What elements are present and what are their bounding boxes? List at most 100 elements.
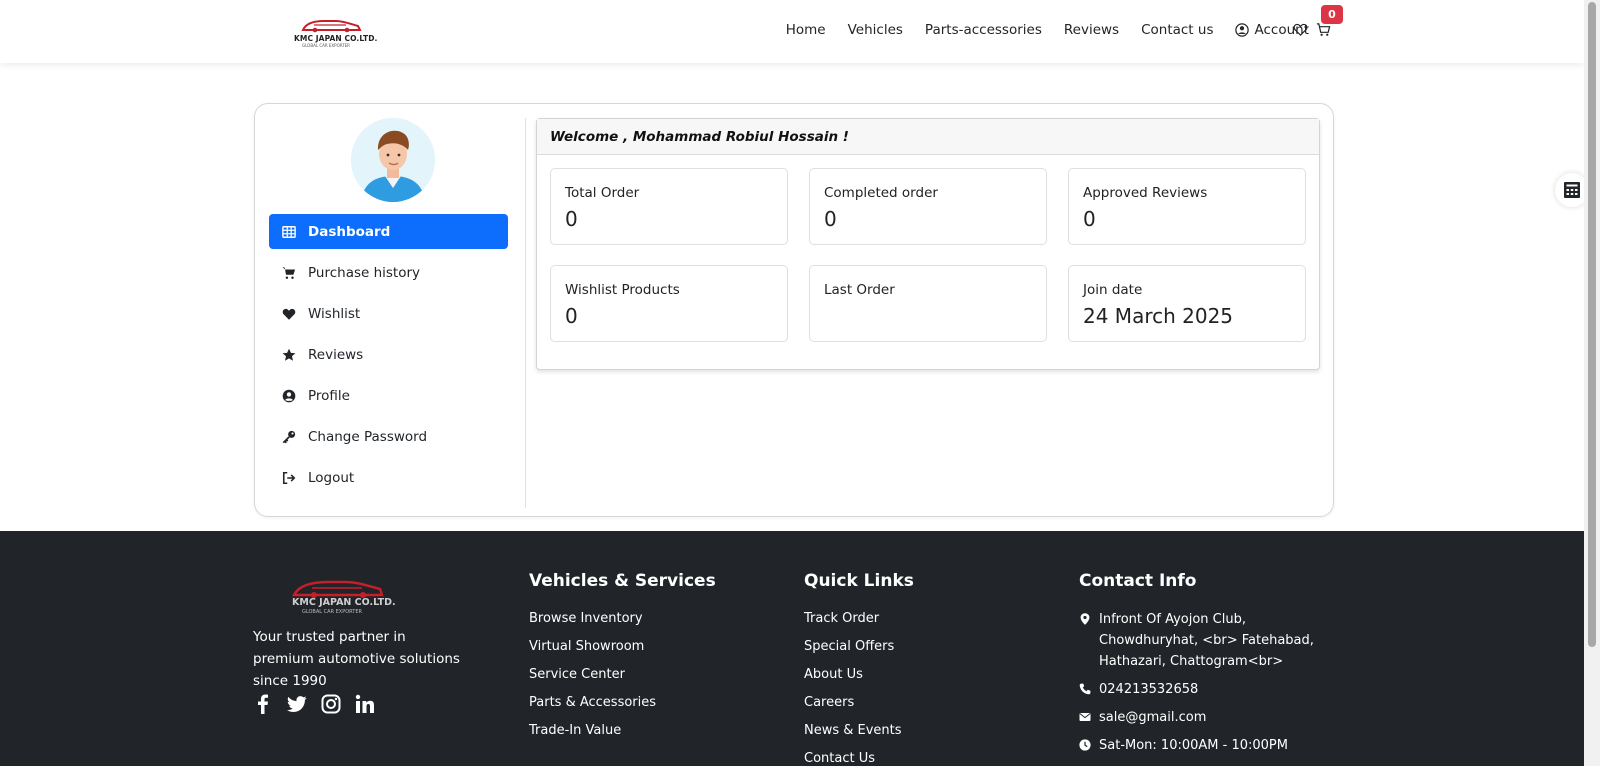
menu-label: Profile xyxy=(308,387,350,404)
menu-label: Purchase history xyxy=(308,264,421,281)
instagram-icon[interactable] xyxy=(321,694,341,714)
menu-label: Wishlist xyxy=(308,305,361,322)
social-links xyxy=(253,694,375,714)
address-text: Infront Of Ayojon Club, Chowdhuryhat, <b… xyxy=(1099,612,1314,669)
footer-link[interactable]: Track Order xyxy=(804,609,914,637)
footer-column-title: Quick Links xyxy=(804,571,914,591)
stat-card-completed-order: Completed order 0 xyxy=(809,168,1047,245)
phone-text[interactable]: 024213532658 xyxy=(1099,679,1198,700)
logo-text: KMC JAPAN CO.LTD. xyxy=(294,34,378,43)
footer-link[interactable]: Trade-In Value xyxy=(529,721,716,749)
nav-reviews[interactable]: Reviews xyxy=(1064,22,1119,38)
table-icon xyxy=(282,225,296,238)
email-text[interactable]: sale@gmail.com xyxy=(1099,707,1206,728)
footer-link[interactable]: News & Events xyxy=(804,721,914,749)
footer-logo-subtext: GLOBAL CAR EXPORTER xyxy=(302,609,362,615)
stat-label: Wishlist Products xyxy=(565,282,680,298)
footer-link[interactable]: About Us xyxy=(804,665,914,693)
menu-item-dashboard[interactable]: Dashboard xyxy=(269,214,508,249)
menu-label: Logout xyxy=(308,469,355,486)
menu-item-reviews[interactable]: Reviews xyxy=(269,337,508,372)
stat-value: 0 xyxy=(1083,207,1096,231)
footer-quick-links: Quick Links Track Order Special Offers A… xyxy=(804,571,914,766)
stat-label: Approved Reviews xyxy=(1083,185,1208,201)
stat-value: 0 xyxy=(824,207,837,231)
scrollbar-thumb[interactable] xyxy=(1588,2,1596,647)
heart-icon[interactable] xyxy=(1293,22,1308,37)
dashboard-menu: Dashboard Purchase history Wishlist Revi… xyxy=(269,214,508,501)
footer-link[interactable]: Virtual Showroom xyxy=(529,637,716,665)
menu-item-purchase-history[interactable]: Purchase history xyxy=(269,255,508,290)
dashboard-panel: Welcome , Mohammad Robiul Hossain ! Tota… xyxy=(536,118,1320,370)
nav-home[interactable]: Home xyxy=(786,22,826,38)
user-circle-icon xyxy=(1235,23,1250,37)
footer-logo-text: KMC JAPAN CO.LTD. xyxy=(292,597,396,608)
logout-icon xyxy=(282,471,296,484)
envelope-icon xyxy=(1079,713,1091,721)
heart-icon xyxy=(282,308,296,320)
sidebar-divider xyxy=(525,118,526,508)
footer-link[interactable]: Parts & Accessories xyxy=(529,693,716,721)
menu-label: Change Password xyxy=(308,428,428,445)
contact-address: Infront Of Ayojon Club, Chowdhuryhat, <b… xyxy=(1079,609,1339,672)
contact-phone: 024213532658 xyxy=(1079,679,1339,700)
footer-vehicles-services: Vehicles & Services Browse Inventory Vir… xyxy=(529,571,716,749)
stat-value: 0 xyxy=(565,304,578,328)
cart-count-badge: 0 xyxy=(1321,5,1343,24)
stat-label: Join date xyxy=(1083,282,1143,298)
stats-grid: Total Order 0 Completed order 0 Approved… xyxy=(550,168,1306,342)
footer-contact-info: Contact Info Infront Of Ayojon Club, Cho… xyxy=(1079,571,1339,763)
footer-column-title: Vehicles & Services xyxy=(529,571,716,591)
page-scrollbar[interactable] xyxy=(1584,0,1600,766)
site-header: KMC JAPAN CO.LTD. GLOBAL CAR EXPORTER Ho… xyxy=(0,0,1584,63)
hours-text: Sat-Mon: 10:00AM - 10:00PM xyxy=(1099,738,1288,753)
menu-item-wishlist[interactable]: Wishlist xyxy=(269,296,508,331)
site-logo[interactable]: KMC JAPAN CO.LTD. GLOBAL CAR EXPORTER xyxy=(294,15,377,48)
main-nav: Home Vehicles Parts-accessories Reviews … xyxy=(786,22,1309,38)
footer-link[interactable]: Special Offers xyxy=(804,637,914,665)
logo-subtext: GLOBAL CAR EXPORTER xyxy=(302,43,350,48)
dashboard-card: Dashboard Purchase history Wishlist Revi… xyxy=(254,103,1334,517)
stat-card-total-order: Total Order 0 xyxy=(550,168,788,245)
car-logo-icon xyxy=(301,20,362,33)
menu-item-logout[interactable]: Logout xyxy=(269,460,508,495)
site-footer: KMC JAPAN CO.LTD. GLOBAL CAR EXPORTER Yo… xyxy=(0,531,1584,766)
welcome-heading: Welcome , Mohammad Robiul Hossain ! xyxy=(537,119,1319,155)
linkedin-icon[interactable] xyxy=(355,694,375,714)
stat-card-approved-reviews: Approved Reviews 0 xyxy=(1068,168,1306,245)
footer-link[interactable]: Browse Inventory xyxy=(529,609,716,637)
calculator-icon xyxy=(1564,182,1580,198)
cart-icon[interactable] xyxy=(1316,22,1331,37)
user-avatar xyxy=(351,118,435,202)
menu-item-profile[interactable]: Profile xyxy=(269,378,508,413)
footer-link[interactable]: Careers xyxy=(804,693,914,721)
stat-value: 0 xyxy=(565,207,578,231)
stat-value: 24 March 2025 xyxy=(1083,304,1234,328)
footer-column-title: Contact Info xyxy=(1079,571,1197,591)
nav-vehicles[interactable]: Vehicles xyxy=(848,22,903,38)
footer-link[interactable]: Service Center xyxy=(529,665,716,693)
menu-item-change-password[interactable]: Change Password xyxy=(269,419,508,454)
footer-tagline: Your trusted partner in premium automoti… xyxy=(253,629,460,689)
nav-parts-accessories[interactable]: Parts-accessories xyxy=(925,22,1042,38)
stat-label: Completed order xyxy=(824,185,938,201)
clock-icon xyxy=(1079,739,1091,751)
menu-label: Dashboard xyxy=(308,223,391,240)
cart-icon xyxy=(282,266,296,279)
star-icon xyxy=(282,348,296,361)
footer-link[interactable]: Contact Us xyxy=(804,749,914,766)
stat-card-wishlist-products: Wishlist Products 0 xyxy=(550,265,788,342)
phone-icon xyxy=(1079,683,1091,695)
car-logo-icon xyxy=(292,580,384,598)
footer-logo[interactable]: KMC JAPAN CO.LTD. GLOBAL CAR EXPORTER xyxy=(290,577,396,617)
header-icons xyxy=(1293,22,1331,37)
stat-label: Total Order xyxy=(565,185,640,201)
contact-hours: Sat-Mon: 10:00AM - 10:00PM xyxy=(1079,735,1339,756)
twitter-icon[interactable] xyxy=(287,694,307,714)
stat-card-join-date: Join date 24 March 2025 xyxy=(1068,265,1306,342)
nav-contact-us[interactable]: Contact us xyxy=(1141,22,1213,38)
map-marker-icon xyxy=(1080,613,1090,625)
user-circle-icon xyxy=(282,389,296,402)
facebook-icon[interactable] xyxy=(253,694,273,714)
key-icon xyxy=(282,430,296,443)
